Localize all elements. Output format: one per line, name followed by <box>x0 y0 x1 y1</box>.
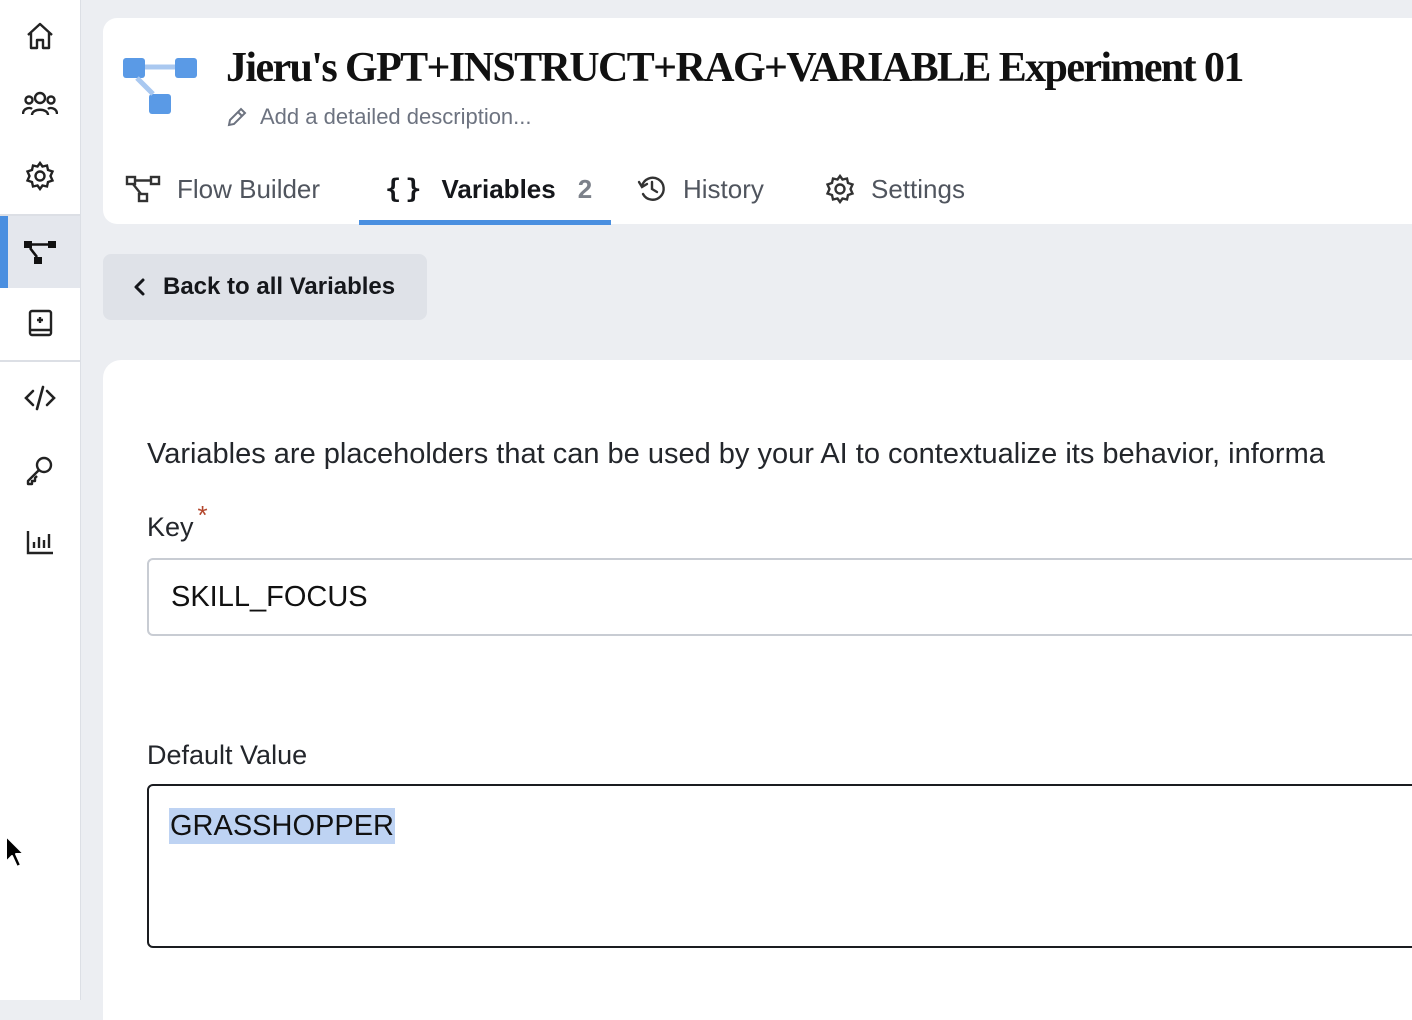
back-button-label: Back to all Variables <box>163 273 396 300</box>
project-header: Jieru's GPT+INSTRUCT+RAG+VARIABLE Experi… <box>103 18 1412 225</box>
tab-label: History <box>683 173 764 204</box>
knowledge-icon <box>28 309 53 337</box>
key-label-text: Key <box>147 512 194 542</box>
tab-variables[interactable]: {} Variables 2 <box>385 154 592 224</box>
flow-logo-icon <box>123 58 197 114</box>
description-field[interactable]: Add a detailed description... <box>226 104 532 130</box>
gear-icon <box>25 161 55 191</box>
braces-icon: {} <box>385 173 426 205</box>
required-asterisk: * <box>197 500 208 530</box>
tab-history[interactable]: History <box>637 154 764 224</box>
home-icon <box>27 22 53 50</box>
tab-label: Settings <box>871 173 965 204</box>
gear-icon <box>825 174 855 204</box>
analytics-icon <box>26 531 53 555</box>
description-placeholder: Add a detailed description... <box>260 104 532 129</box>
chevron-left-icon <box>134 278 145 296</box>
variables-intro-text: Variables are placeholders that can be u… <box>147 438 1325 470</box>
rail-developer[interactable] <box>0 362 80 434</box>
variables-count-badge: 2 <box>577 173 593 204</box>
variable-editor-panel: Variables are placeholders that can be u… <box>103 360 1412 1020</box>
pencil-icon <box>227 107 247 127</box>
rail-settings[interactable] <box>0 140 80 212</box>
default-value-textarea[interactable]: GRASSHOPPER <box>147 784 1412 948</box>
flow-builder-icon <box>125 175 161 203</box>
key-icon <box>26 456 53 486</box>
tab-settings[interactable]: Settings <box>825 154 965 224</box>
page-title: Jieru's GPT+INSTRUCT+RAG+VARIABLE Experi… <box>226 45 1244 91</box>
default-value-label: Default Value <box>147 740 308 770</box>
rail-flows[interactable] <box>0 216 80 288</box>
rail-analytics[interactable] <box>0 506 80 578</box>
history-icon <box>637 176 665 201</box>
active-tab-indicator <box>359 220 611 225</box>
code-icon <box>24 385 56 411</box>
rail-users[interactable] <box>0 68 80 140</box>
default-value-text: GRASSHOPPER <box>169 808 395 844</box>
tab-label: Flow Builder <box>177 173 321 204</box>
rail-knowledge[interactable] <box>0 288 80 360</box>
flow-icon <box>24 241 56 264</box>
key-label: Key * <box>147 500 208 543</box>
tab-label: Variables <box>441 173 556 204</box>
key-input[interactable] <box>147 558 1412 636</box>
rail-api-keys[interactable] <box>0 434 80 506</box>
mouse-cursor-icon <box>5 835 25 868</box>
users-icon <box>22 91 58 116</box>
back-to-variables-button[interactable]: Back to all Variables <box>103 254 427 320</box>
rail-home[interactable] <box>0 0 80 72</box>
tab-flow-builder[interactable]: Flow Builder <box>125 154 320 224</box>
